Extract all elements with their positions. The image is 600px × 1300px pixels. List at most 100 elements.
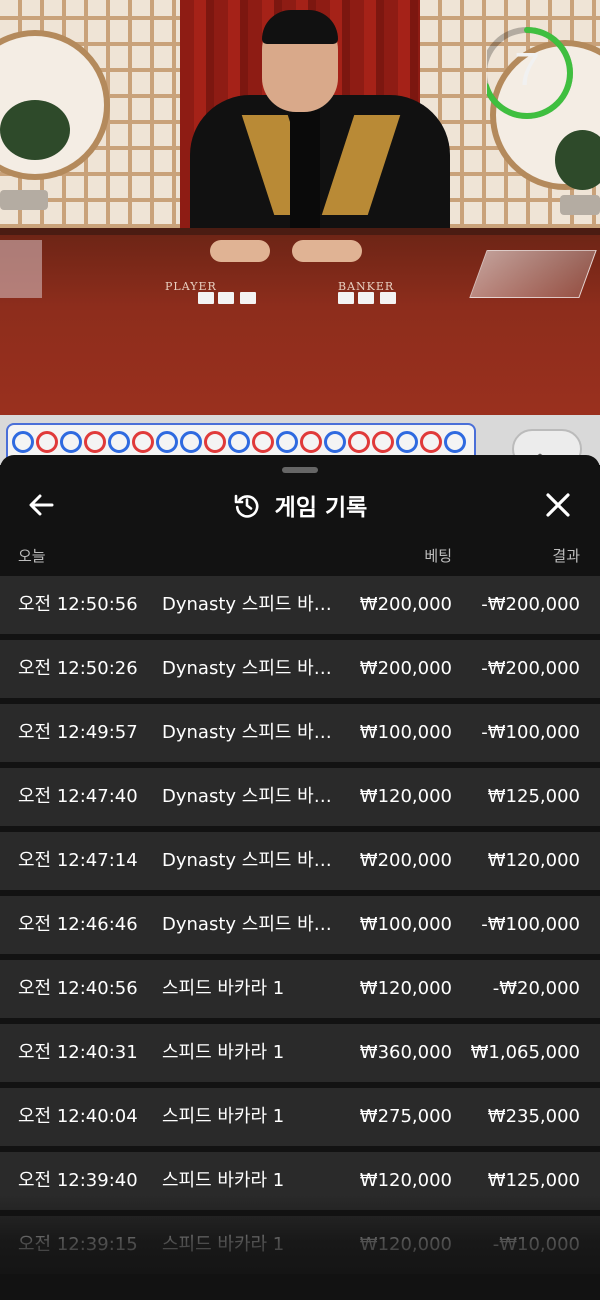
card-tray (0, 240, 42, 298)
pot-right (560, 195, 600, 215)
history-row[interactable]: 오전 12:39:40 스피드 바카라 1 ₩120,000 ₩125,000 (0, 1152, 600, 1210)
bet-column-header: 베팅 (424, 547, 452, 565)
banker-card (358, 292, 374, 304)
row-time: 오전 12:46:46 (18, 914, 138, 935)
dealer-hair (262, 10, 338, 44)
row-bet-amount: ₩360,000 (359, 1042, 452, 1063)
row-result-amount: -₩20,000 (492, 978, 580, 999)
dealer-hand-right (292, 240, 362, 262)
banker-card (380, 292, 396, 304)
row-time: 오전 12:39:15 (18, 1234, 138, 1255)
dealer-hand-left (210, 240, 270, 262)
history-clock-icon (234, 494, 259, 518)
player-bead (276, 431, 298, 453)
player-bead (108, 431, 130, 453)
row-game-name: Dynasty 스피드 바카라 (162, 594, 340, 615)
pot-left (0, 190, 48, 210)
row-game-name: 스피드 바카라 1 (162, 1234, 285, 1255)
row-bet-amount: ₩100,000 (359, 722, 452, 743)
row-bet-amount: ₩200,000 (359, 658, 452, 679)
row-game-name: Dynasty 스피드 바카라 (162, 850, 340, 871)
banker-bead (420, 431, 442, 453)
row-game-name: 스피드 바카라 1 (162, 1106, 285, 1127)
bonsai-left (0, 100, 70, 160)
row-bet-amount: ₩100,000 (359, 914, 452, 935)
player-bead (60, 431, 82, 453)
row-game-name: Dynasty 스피드 바카라 (162, 658, 340, 679)
row-game-name: 스피드 바카라 1 (162, 978, 285, 999)
result-column-header: 결과 (552, 547, 580, 565)
game-history-sheet: 게임 기록 오늘 베팅 결과 오전 12:50:56 Dynasty 스피드 바카… (0, 455, 600, 1300)
row-bet-amount: ₩120,000 (359, 1234, 452, 1255)
row-time: 오전 12:40:31 (18, 1042, 138, 1063)
player-bead (324, 431, 346, 453)
player-card (240, 292, 256, 304)
row-time: 오전 12:49:57 (18, 722, 138, 743)
history-row[interactable]: 오전 12:49:57 Dynasty 스피드 바카라 ₩100,000 -₩100,… (0, 704, 600, 762)
close-button[interactable] (538, 485, 578, 525)
row-result-amount: ₩125,000 (487, 786, 580, 807)
row-result-amount: -₩10,000 (492, 1234, 580, 1255)
player-card (218, 292, 234, 304)
row-time: 오전 12:39:40 (18, 1170, 138, 1191)
history-row[interactable]: 오전 12:47:40 Dynasty 스피드 바카라 ₩120,000 ₩125,0… (0, 768, 600, 826)
history-row[interactable]: 오전 12:40:56 스피드 바카라 1 ₩120,000 -₩20,000 (0, 960, 600, 1018)
date-group-label: 오늘 (18, 547, 46, 565)
history-row[interactable]: 오전 12:50:26 Dynasty 스피드 바카라 ₩200,000 -₩200,… (0, 640, 600, 698)
row-bet-amount: ₩200,000 (359, 850, 452, 871)
history-row[interactable]: 오전 12:40:04 스피드 바카라 1 ₩275,000 ₩235,000 (0, 1088, 600, 1146)
row-result-amount: -₩200,000 (481, 658, 580, 679)
row-result-amount: -₩100,000 (481, 722, 580, 743)
sheet-header: 게임 기록 (0, 485, 600, 525)
banker-bead (300, 431, 322, 453)
history-row[interactable]: 오전 12:40:31 스피드 바카라 1 ₩360,000 ₩1,065,000 (0, 1024, 600, 1082)
history-row[interactable]: 오전 12:39:15 스피드 바카라 1 ₩120,000 -₩10,000 (0, 1216, 600, 1274)
history-row[interactable]: 오전 12:47:14 Dynasty 스피드 바카라 ₩200,000 ₩120,0… (0, 832, 600, 890)
live-video-stream[interactable]: PLAYER BANKER 7 (0, 0, 600, 415)
sheet-title: 게임 기록 (274, 495, 368, 521)
row-bet-amount: ₩120,000 (359, 786, 452, 807)
row-game-name: 스피드 바카라 1 (162, 1170, 285, 1191)
player-bead (444, 431, 466, 453)
row-bet-amount: ₩120,000 (359, 978, 452, 999)
row-time: 오전 12:47:14 (18, 850, 138, 871)
banker-bead (36, 431, 58, 453)
row-time: 오전 12:50:56 (18, 594, 138, 615)
history-row[interactable]: 오전 12:50:56 Dynasty 스피드 바카라 ₩200,000 -₩200,… (0, 576, 600, 634)
row-game-name: Dynasty 스피드 바카라 (162, 914, 340, 935)
row-bet-amount: ₩120,000 (359, 1170, 452, 1191)
history-row[interactable]: 오전 12:46:46 Dynasty 스피드 바카라 ₩100,000 -₩100,… (0, 896, 600, 954)
banker-bead (132, 431, 154, 453)
row-result-amount: ₩235,000 (487, 1106, 580, 1127)
countdown-number: 7 (514, 43, 540, 95)
row-game-name: Dynasty 스피드 바카라 (162, 722, 340, 743)
row-result-amount: ₩125,000 (487, 1170, 580, 1191)
row-time: 오전 12:50:26 (18, 658, 138, 679)
banker-bead (348, 431, 370, 453)
player-bead (180, 431, 202, 453)
row-time: 오전 12:40:56 (18, 978, 138, 999)
banker-bead (252, 431, 274, 453)
row-bet-amount: ₩275,000 (359, 1106, 452, 1127)
row-game-name: 스피드 바카라 1 (162, 1042, 285, 1063)
bet-countdown-timer: 7 (481, 22, 579, 124)
sheet-drag-handle[interactable] (282, 467, 318, 473)
row-bet-amount: ₩200,000 (359, 594, 452, 615)
row-time: 오전 12:40:04 (18, 1106, 138, 1127)
close-x-icon (546, 493, 570, 517)
banker-card (338, 292, 354, 304)
row-result-amount: -₩100,000 (481, 914, 580, 935)
player-bead (12, 431, 34, 453)
row-time: 오전 12:47:40 (18, 786, 138, 807)
card-shoe (469, 250, 597, 298)
banker-bead (84, 431, 106, 453)
row-game-name: Dynasty 스피드 바카라 (162, 786, 340, 807)
player-card (198, 292, 214, 304)
player-bead (156, 431, 178, 453)
banker-bead (372, 431, 394, 453)
banker-bead (204, 431, 226, 453)
player-bead (396, 431, 418, 453)
row-result-amount: ₩1,065,000 (470, 1042, 580, 1063)
player-bead (228, 431, 250, 453)
dealer-shirt (290, 110, 320, 230)
